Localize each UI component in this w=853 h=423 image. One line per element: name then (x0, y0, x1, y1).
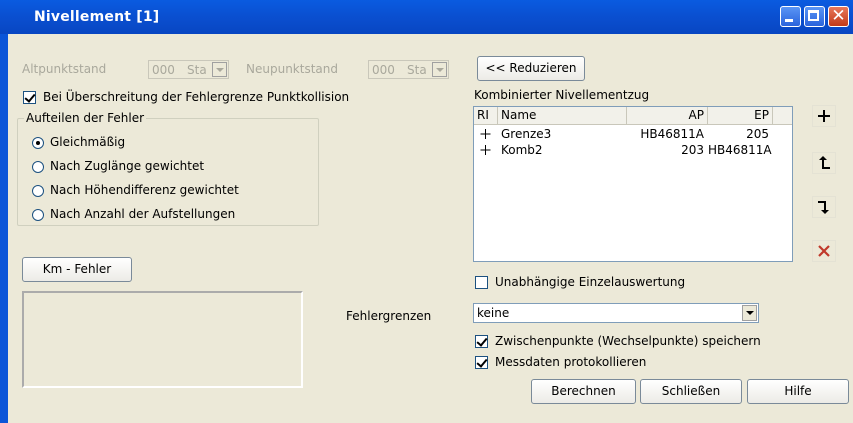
error-limits-select[interactable]: keine (473, 303, 759, 323)
distribute-errors-legend: Aufteilen der Fehler (24, 111, 147, 125)
independent-evaluation-label: Unabhängige Einzelauswertung (495, 275, 686, 289)
window-title: Nivellement [1] (34, 9, 160, 25)
neupunktstand-label: Neupunktstand (246, 62, 338, 76)
radio-hoehendifferenz[interactable] (32, 185, 44, 197)
add-button[interactable] (812, 105, 836, 127)
row-name: Komb2 (501, 143, 543, 157)
radio-aufstellungen-label: Nach Anzahl der Aufstellungen (50, 207, 236, 221)
altpunktstand-value: 000 (152, 63, 175, 77)
help-button[interactable]: Hilfe (747, 379, 849, 404)
delete-button[interactable] (812, 240, 836, 262)
reduce-button[interactable]: << Reduzieren (477, 56, 585, 81)
column-header-ap[interactable]: AP (627, 107, 708, 124)
column-header-ri[interactable]: RI (474, 107, 498, 124)
close-window-button[interactable]: ✕ (828, 6, 849, 27)
move-up-icon (819, 156, 830, 169)
save-points-checkbox[interactable] (475, 335, 488, 348)
row-ep: 205 (746, 127, 769, 141)
altpunktstand-label: Altpunktstand (22, 62, 107, 76)
radio-aufstellungen[interactable] (32, 209, 44, 221)
combined-leveling-label: Kombinierter Nivellementzug (474, 88, 650, 102)
chevron-down-icon (742, 305, 757, 321)
table-row[interactable]: Komb2 203 HB46811A (474, 142, 792, 158)
delete-icon (818, 245, 830, 257)
collision-checkbox-label: Bei Überschreitung der Fehlergrenze Punk… (43, 90, 350, 104)
row-ap: 203 (681, 143, 704, 157)
chevron-down-icon (432, 62, 447, 77)
neupunktstand-suffix: Sta (407, 63, 427, 77)
expand-plus-icon (480, 145, 491, 155)
add-icon (818, 110, 830, 122)
radio-gleichmaessig[interactable] (32, 137, 44, 149)
move-up-button[interactable] (812, 152, 836, 174)
log-data-label: Messdaten protokollieren (495, 355, 647, 369)
list-header: RI Name AP EP (474, 107, 792, 125)
log-data-checkbox[interactable] (475, 356, 488, 369)
minimize-button[interactable] (780, 6, 801, 27)
radio-zuglaenge[interactable] (32, 161, 44, 173)
neupunktstand-value: 000 (372, 63, 395, 77)
collision-checkbox[interactable] (23, 91, 36, 104)
close-icon: ✕ (831, 6, 846, 26)
radio-hoehendifferenz-label: Nach Höhendifferenz gewichtet (50, 183, 239, 197)
expand-plus-icon (480, 129, 491, 139)
altpunktstand-select[interactable]: 000 Sta (148, 60, 229, 79)
dialog-client: Altpunktstand 000 Sta Neupunktstand 000 … (8, 34, 853, 423)
error-limits-label: Fehlergrenzen (346, 309, 432, 323)
maximize-button[interactable] (804, 6, 825, 27)
combined-leveling-list[interactable]: RI Name AP EP Grenze3 HB46811A 205 Komb2… (473, 106, 793, 262)
neupunktstand-select[interactable]: 000 Sta (368, 60, 449, 79)
table-row[interactable]: Grenze3 HB46811A 205 (474, 126, 792, 142)
title-bar[interactable]: Nivellement [1] ✕ (0, 0, 853, 34)
row-ap: HB46811A (640, 127, 704, 141)
radio-gleichmaessig-label: Gleichmäßig (50, 135, 126, 149)
km-error-button[interactable]: Km - Fehler (22, 257, 132, 282)
error-limits-value: keine (477, 306, 510, 320)
column-header-name[interactable]: Name (498, 107, 627, 124)
radio-zuglaenge-label: Nach Zuglänge gewichtet (50, 159, 205, 173)
result-textbox (22, 291, 303, 388)
independent-evaluation-checkbox[interactable] (475, 276, 488, 289)
move-down-button[interactable] (812, 196, 836, 218)
altpunktstand-suffix: Sta (187, 63, 207, 77)
column-header-ep[interactable]: EP (708, 107, 773, 124)
row-ep: HB46811A (708, 143, 772, 157)
calculate-button[interactable]: Berechnen (531, 379, 636, 404)
row-name: Grenze3 (501, 127, 552, 141)
close-button[interactable]: Schließen (640, 379, 742, 404)
chevron-down-icon (212, 62, 227, 77)
dialog-window: Nivellement [1] ✕ Altpunktstand 000 Sta … (0, 0, 853, 423)
save-points-label: Zwischenpunkte (Wechselpunkte) speichern (495, 334, 761, 348)
move-down-icon (818, 201, 829, 214)
